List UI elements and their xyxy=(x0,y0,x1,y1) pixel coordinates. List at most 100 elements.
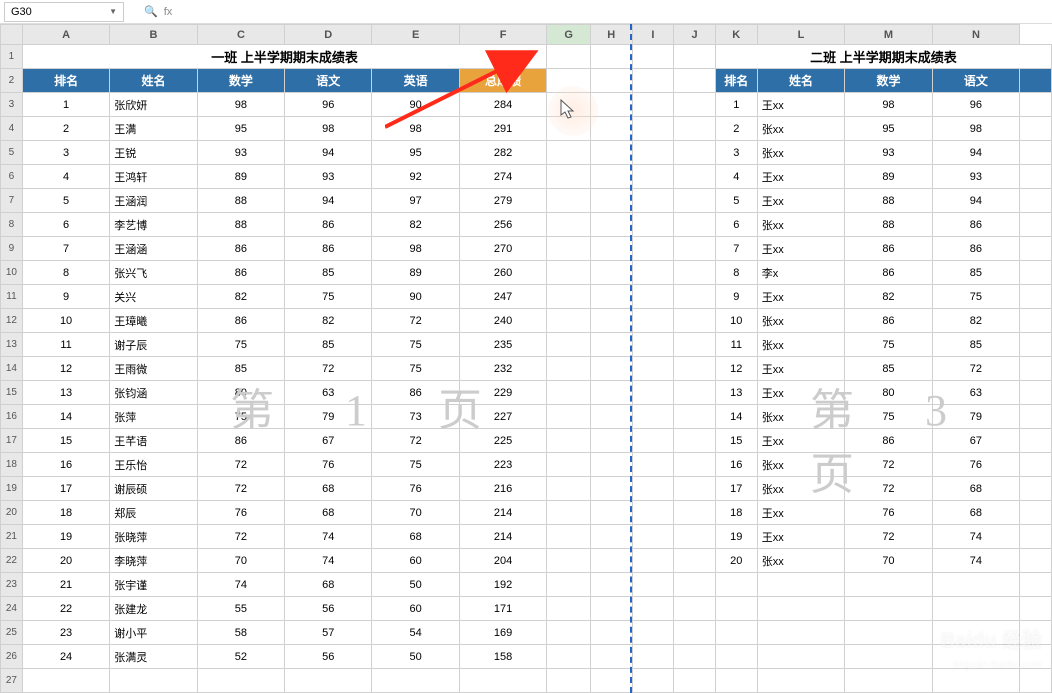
left-data-cell[interactable]: 张兴飞 xyxy=(110,261,197,285)
left-data-cell[interactable]: 74 xyxy=(285,525,372,549)
left-data-cell[interactable]: 张钧涵 xyxy=(110,381,197,405)
row-header[interactable]: 5 xyxy=(1,141,23,165)
left-data-cell[interactable]: 70 xyxy=(197,549,284,573)
cell[interactable] xyxy=(197,669,284,693)
left-data-cell[interactable]: 85 xyxy=(285,333,372,357)
right-data-cell[interactable]: 8 xyxy=(715,261,757,285)
right-data-cell[interactable]: 63 xyxy=(932,381,1019,405)
left-data-cell[interactable]: 75 xyxy=(197,333,284,357)
right-data-cell[interactable]: 9 xyxy=(715,285,757,309)
cell[interactable] xyxy=(632,453,674,477)
left-data-cell[interactable]: 20 xyxy=(22,549,109,573)
cell[interactable] xyxy=(590,189,632,213)
cell[interactable] xyxy=(1020,453,1052,477)
cell[interactable] xyxy=(632,189,674,213)
left-data-cell[interactable]: 89 xyxy=(372,261,459,285)
left-data-cell[interactable]: 214 xyxy=(459,525,546,549)
left-data-cell[interactable]: 158 xyxy=(459,645,546,669)
left-data-cell[interactable]: 王璋曦 xyxy=(110,309,197,333)
right-data-cell[interactable]: 王xx xyxy=(757,189,845,213)
left-data-cell[interactable]: 60 xyxy=(372,549,459,573)
left-data-cell[interactable]: 11 xyxy=(22,333,109,357)
cell[interactable] xyxy=(590,117,632,141)
left-data-cell[interactable]: 58 xyxy=(197,621,284,645)
left-data-cell[interactable]: 21 xyxy=(22,573,109,597)
left-data-cell[interactable]: 76 xyxy=(372,477,459,501)
right-data-cell[interactable]: 93 xyxy=(845,141,932,165)
cell[interactable] xyxy=(1020,621,1052,645)
column-header-A[interactable]: A xyxy=(22,25,109,45)
row-header[interactable]: 13 xyxy=(1,333,23,357)
cell[interactable] xyxy=(547,333,591,357)
left-data-cell[interactable]: 16 xyxy=(22,453,109,477)
cell[interactable] xyxy=(547,645,591,669)
left-data-cell[interactable]: 98 xyxy=(197,93,284,117)
cell[interactable] xyxy=(590,405,632,429)
left-data-cell[interactable]: 74 xyxy=(285,549,372,573)
cell[interactable] xyxy=(632,405,674,429)
column-header-D[interactable]: D xyxy=(285,25,372,45)
right-data-cell[interactable]: 75 xyxy=(932,285,1019,309)
right-data-cell[interactable]: 72 xyxy=(932,357,1019,381)
cell[interactable] xyxy=(1020,285,1052,309)
right-data-cell[interactable]: 79 xyxy=(932,405,1019,429)
left-data-cell[interactable]: 82 xyxy=(197,285,284,309)
cell[interactable] xyxy=(547,189,591,213)
left-data-cell[interactable]: 王涵涵 xyxy=(110,237,197,261)
left-data-cell[interactable]: 225 xyxy=(459,429,546,453)
cell[interactable] xyxy=(1020,189,1052,213)
cell[interactable] xyxy=(674,621,716,645)
right-data-cell[interactable]: 王xx xyxy=(757,381,845,405)
cell[interactable] xyxy=(932,573,1019,597)
select-all-corner[interactable] xyxy=(1,25,23,45)
left-data-cell[interactable]: 80 xyxy=(197,381,284,405)
left-data-cell[interactable]: 72 xyxy=(197,453,284,477)
left-data-cell[interactable]: 张晓萍 xyxy=(110,525,197,549)
cell[interactable] xyxy=(547,69,591,93)
right-data-cell[interactable]: 86 xyxy=(845,237,932,261)
right-data-cell[interactable]: 13 xyxy=(715,381,757,405)
left-data-cell[interactable]: 98 xyxy=(372,237,459,261)
left-data-cell[interactable]: 张宇谨 xyxy=(110,573,197,597)
left-data-cell[interactable]: 2 xyxy=(22,117,109,141)
cell[interactable] xyxy=(110,669,197,693)
left-data-cell[interactable]: 75 xyxy=(285,285,372,309)
cell[interactable] xyxy=(590,477,632,501)
left-data-cell[interactable]: 73 xyxy=(372,405,459,429)
right-data-cell[interactable]: 16 xyxy=(715,453,757,477)
right-data-cell[interactable]: 94 xyxy=(932,189,1019,213)
right-data-cell[interactable]: 王xx xyxy=(757,501,845,525)
left-data-cell[interactable]: 282 xyxy=(459,141,546,165)
left-data-cell[interactable]: 98 xyxy=(372,117,459,141)
cell[interactable] xyxy=(632,45,674,69)
name-box[interactable]: G30 ▼ xyxy=(4,2,124,22)
row-header[interactable]: 9 xyxy=(1,237,23,261)
left-data-cell[interactable]: 68 xyxy=(372,525,459,549)
left-data-cell[interactable]: 18 xyxy=(22,501,109,525)
cell[interactable] xyxy=(632,213,674,237)
cell[interactable] xyxy=(932,669,1019,693)
cell[interactable] xyxy=(590,429,632,453)
left-data-cell[interactable]: 52 xyxy=(197,645,284,669)
left-data-cell[interactable]: 23 xyxy=(22,621,109,645)
cell[interactable] xyxy=(1020,597,1052,621)
right-data-cell[interactable]: 张xx xyxy=(757,453,845,477)
cell[interactable] xyxy=(674,117,716,141)
cell[interactable] xyxy=(547,285,591,309)
cell[interactable] xyxy=(590,501,632,525)
left-data-cell[interactable]: 85 xyxy=(285,261,372,285)
left-data-cell[interactable]: 24 xyxy=(22,645,109,669)
right-data-cell[interactable]: 4 xyxy=(715,165,757,189)
cell[interactable] xyxy=(590,165,632,189)
right-data-cell[interactable]: 75 xyxy=(845,333,932,357)
right-data-cell[interactable]: 张xx xyxy=(757,405,845,429)
cell[interactable] xyxy=(1020,165,1052,189)
cell[interactable] xyxy=(845,597,932,621)
cell[interactable] xyxy=(674,405,716,429)
cell[interactable] xyxy=(590,645,632,669)
right-data-cell[interactable]: 李x xyxy=(757,261,845,285)
cell[interactable] xyxy=(632,597,674,621)
left-data-cell[interactable]: 57 xyxy=(285,621,372,645)
cell[interactable] xyxy=(547,45,591,69)
row-header[interactable]: 7 xyxy=(1,189,23,213)
